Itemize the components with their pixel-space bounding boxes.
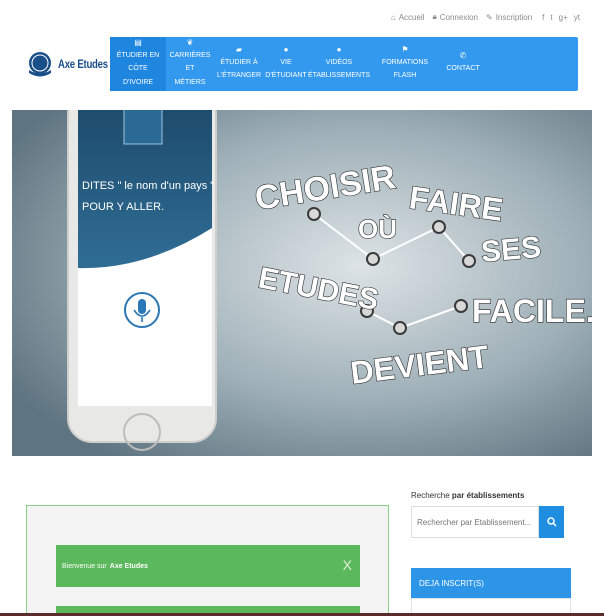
search-icon (546, 517, 557, 527)
flag-icon: ⚑ (401, 44, 409, 54)
logo-text: Axe Etudes (58, 57, 108, 71)
nav-item-etudier-a-letranger[interactable]: ▰ ÉTUDIER À L'ÉTRANGER (214, 37, 264, 91)
search-heading-plain: Recherche (411, 491, 450, 500)
login-link[interactable]: 🔒︎ Connexion (432, 12, 478, 22)
deja-inscrit-header: DEJA INSCRIT(S) (411, 568, 571, 598)
nav-item-line1: CONTACT (446, 65, 480, 73)
logo-emblem-icon (29, 52, 51, 77)
chat-icon: ● (336, 44, 342, 54)
nav-item-line2: ÉTABLISSEMENTS (307, 72, 371, 79)
welcome-alert: Bienvenue sur Axe Etudes X (56, 545, 360, 587)
nav-item-line1: VIE (280, 58, 292, 66)
search-heading: Recherche par établissements (411, 491, 524, 500)
graduation-icon: ▰ (235, 44, 243, 54)
youtube-icon[interactable]: yt (574, 13, 580, 22)
edit-icon: ✎ (486, 12, 493, 22)
nav-item-formations-flash[interactable]: ⚑ FORMATIONS FLASH (370, 37, 440, 91)
leaf-icon: ❦ (186, 38, 194, 48)
nav-item-carrieres[interactable]: ❦ CARRIÈRES ET MÉTIERS (166, 37, 214, 91)
nav-item-line2: L'ÉTRANGER (216, 72, 262, 79)
nav-item-line1: VIDÉOS (325, 58, 353, 66)
social-links: f t g+ yt (542, 13, 580, 22)
phone-icon: ✆ (459, 51, 467, 61)
page: ⌂ Accueil 🔒︎ Connexion ✎ Inscription f t… (0, 0, 604, 616)
search-button[interactable] (539, 506, 564, 538)
welcome-brand: Axe Etudes (109, 562, 148, 570)
search-heading-bold: par établissements (451, 491, 525, 500)
nav-item-line1: FORMATIONS FLASH (381, 58, 429, 79)
nav-item-line1: ÉTUDIER EN (116, 52, 160, 60)
hero-banner: DITES " le nom d'un pays " POUR Y ALLER.… (12, 110, 592, 456)
signup-link[interactable]: ✎ Inscription (486, 13, 532, 22)
home-link-label: Accueil (398, 12, 425, 22)
phone-illustration (67, 110, 217, 451)
signup-link-label: Inscription (495, 12, 533, 22)
site-logo[interactable]: Axe Etudes (26, 50, 120, 78)
google-plus-icon[interactable]: g+ (559, 13, 568, 22)
facebook-icon[interactable]: f (542, 13, 544, 22)
search-input[interactable] (411, 506, 539, 538)
book-icon: ▤ (134, 38, 142, 48)
nav-item-line2: CÔTE D'IVOIRE (122, 65, 154, 86)
phone-text-line1: DITES " le nom d'un pays " (82, 180, 214, 192)
welcome-prefix: Bienvenue sur (62, 562, 107, 570)
hero-banner-graphic: DITES " le nom d'un pays " POUR Y ALLER.… (12, 110, 592, 456)
main-nav: ▤ ÉTUDIER EN CÔTE D'IVOIRE ❦ CARRIÈRES E… (110, 37, 578, 91)
home-icon: ⌂ (390, 12, 396, 22)
top-utility-bar: ⌂ Accueil 🔒︎ Connexion ✎ Inscription f t… (391, 12, 580, 22)
twitter-icon[interactable]: t (550, 13, 552, 22)
nav-item-line1: CARRIÈRES (169, 52, 211, 60)
hero-word-ses: SES (480, 231, 543, 269)
nav-item-line2: ET MÉTIERS (174, 65, 206, 86)
lock-icon: 🔒︎ (432, 12, 437, 21)
nav-item-etudier-en-cote-divoire[interactable]: ▤ ÉTUDIER EN CÔTE D'IVOIRE (110, 37, 166, 91)
hero-word-facile: FACILE... (472, 293, 592, 329)
nav-item-line1: ÉTUDIER À (220, 58, 258, 66)
home-link[interactable]: ⌂ Accueil (391, 13, 425, 22)
user-icon: ● (283, 44, 289, 54)
nav-item-contact[interactable]: ✆ CONTACT (440, 37, 486, 91)
nav-item-line2: D'ÉTUDIANT (265, 72, 307, 79)
login-link-label: Connexion (439, 12, 478, 22)
close-icon[interactable]: X (343, 557, 352, 573)
hero-word-ou: OÙ (358, 214, 397, 244)
nav-item-vie-detudiant[interactable]: ● VIE D'ÉTUDIANT (264, 37, 308, 91)
deja-inscrit-label: DEJA INSCRIT(S) (419, 578, 484, 588)
nav-item-videos[interactable]: ● VIDÉOS ÉTABLISSEMENTS (308, 37, 370, 91)
phone-text-line2: POUR Y ALLER. (82, 201, 164, 213)
